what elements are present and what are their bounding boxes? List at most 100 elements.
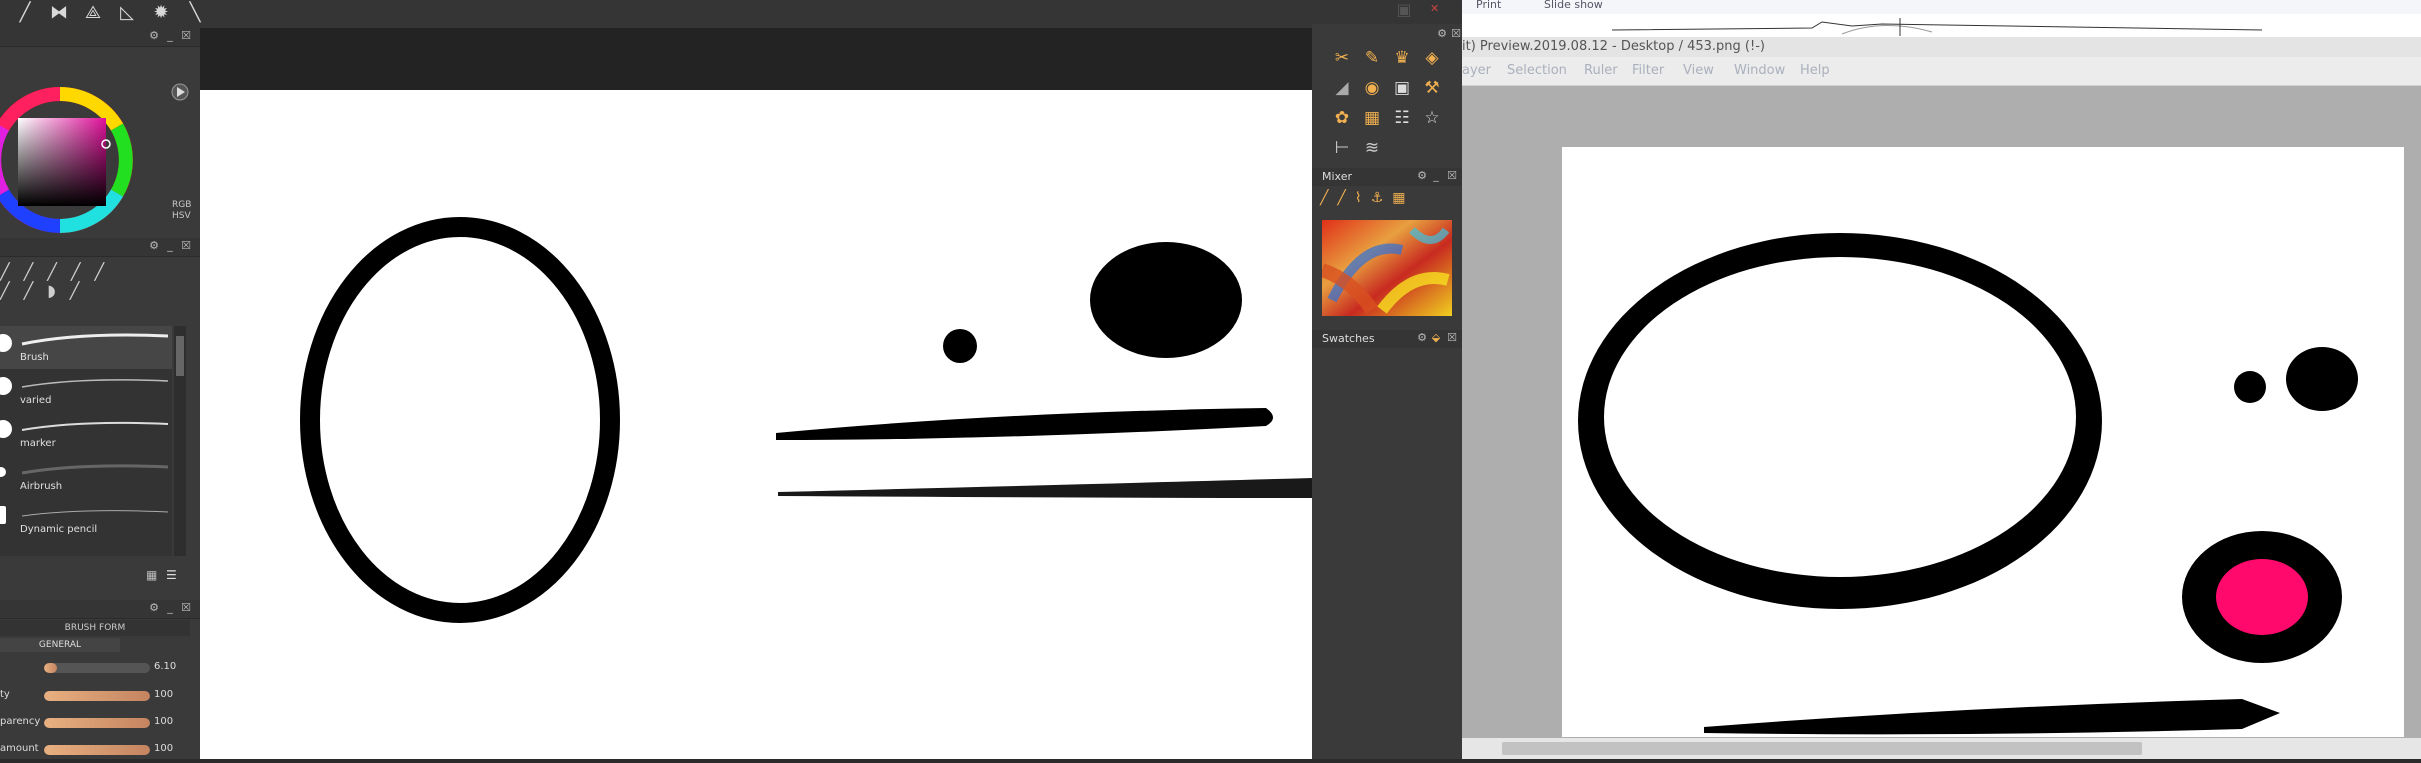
menu-window[interactable]: Window [1734, 63, 1785, 78]
close-icon[interactable]: ☒ [1450, 28, 1462, 40]
swatch-menu-icon[interactable]: ⬙ [1430, 332, 1442, 344]
left-dock: ⚙ _ ☒ RGB HSV ⚙ _ ☒ ╱╱╱╱╱ ╱╱◗╱ Brush var… [0, 28, 200, 759]
brush-preset-label: Brush [20, 352, 49, 363]
brush-list-scrollbar[interactable] [174, 326, 186, 556]
slider-fill [44, 745, 150, 755]
brush-tool-icons[interactable]: ╱╱╱╱╱ ╱╱◗╱ [0, 262, 170, 322]
preview-stroke [1704, 699, 2280, 735]
opacity-slider[interactable]: ty 100 [0, 686, 190, 706]
scrollbar-thumb[interactable] [176, 336, 184, 376]
rgb-label: RGB [172, 200, 192, 210]
close-icon[interactable]: ✕ [1430, 2, 1442, 15]
brush-form-header[interactable]: BRUSH FORM [0, 620, 190, 636]
gradient-icon[interactable]: ◢ [1330, 76, 1354, 100]
palette-icon[interactable]: ✿ [1330, 106, 1354, 130]
brush-tip-icon [0, 420, 12, 438]
list-view-icon[interactable]: ☰ [166, 568, 180, 582]
close-icon[interactable]: ☒ [180, 240, 192, 252]
grid-icon[interactable]: ▦ [1360, 106, 1384, 130]
hsv-label: HSV [172, 211, 191, 221]
brush-preset-item[interactable]: marker [0, 412, 172, 455]
settings-icon[interactable]: ⚙ [148, 240, 160, 252]
settings-icon[interactable]: ⚙ [148, 30, 160, 42]
mixer-tools[interactable]: ╱╱⌇⚓▦ [1320, 190, 1460, 210]
minimize-icon[interactable]: _ [1430, 170, 1442, 182]
ruler-icon[interactable]: ◺ [114, 2, 140, 24]
slider-value: 100 [154, 716, 174, 727]
brush-preset-item[interactable]: Airbrush [0, 455, 172, 498]
close-icon[interactable]: ☒ [180, 30, 192, 42]
slider-track[interactable] [44, 663, 150, 673]
brush-preset-item[interactable]: Brush [0, 326, 172, 369]
menu-ruler[interactable]: Ruler [1584, 63, 1618, 78]
brush-preset-item[interactable]: Dynamic pencil [0, 498, 172, 541]
transparency-slider[interactable]: parency 100 [0, 713, 190, 733]
drawn-small-dot [943, 329, 977, 363]
layers-icon[interactable]: ◈ [1420, 46, 1444, 70]
horizontal-scrollbar[interactable] [1462, 738, 2421, 759]
preview-window: Print Slide show it) Preview.2019.08.12 … [1462, 0, 2421, 759]
slider-track[interactable] [44, 718, 150, 728]
settings-icon[interactable]: ⚙ [148, 602, 160, 614]
general-section[interactable]: GENERAL [0, 638, 120, 652]
menu-selection[interactable]: Selection [1507, 63, 1567, 78]
image-icon[interactable]: ▣ [1390, 76, 1414, 100]
settings-icon[interactable]: ⚙ [1416, 170, 1428, 182]
stroke-preview [21, 510, 169, 517]
menu-layer[interactable]: ayer [1462, 63, 1491, 78]
circle-tool-icon[interactable]: ◉ [1360, 76, 1384, 100]
slide-show-menu[interactable]: Slide show [1544, 0, 1603, 11]
swatches-title: Swatches [1322, 332, 1375, 345]
settings-icon[interactable]: ⚙ [1416, 332, 1428, 344]
slider-track[interactable] [44, 745, 150, 755]
menu-filter[interactable]: Filter [1632, 63, 1664, 78]
amount-slider[interactable]: amount 100 [0, 740, 190, 760]
mixer-canvas[interactable] [1322, 220, 1452, 316]
slider-value: 100 [154, 689, 174, 700]
color-wheel[interactable] [0, 50, 200, 250]
brush-icon[interactable]: ╱ [12, 2, 38, 24]
mirror-icon[interactable]: ⧓ [46, 2, 72, 24]
slider-track[interactable] [44, 691, 150, 701]
crown-icon[interactable]: ♛ [1390, 46, 1414, 70]
print-menu[interactable]: Print [1476, 0, 1501, 11]
grid-view-icon[interactable]: ▦ [146, 568, 160, 582]
preview-large-dot [2286, 347, 2358, 411]
notes-icon[interactable]: ☷ [1390, 106, 1414, 130]
preview-small-dot [2234, 371, 2266, 403]
scrollbar-thumb[interactable] [1502, 742, 2142, 755]
menu-help[interactable]: Help [1800, 63, 1830, 78]
gear-icon[interactable]: ✹ [148, 2, 174, 24]
brush-preset-item[interactable]: varied [0, 369, 172, 412]
preview-image[interactable] [1562, 147, 2404, 737]
stroke-preview [21, 379, 169, 388]
drawing-canvas[interactable] [200, 90, 1312, 759]
stroke-preview [21, 464, 169, 475]
tools-icon[interactable]: ✂ [1330, 46, 1354, 70]
close-icon[interactable]: ☒ [1446, 332, 1458, 344]
wrap-icon[interactable]: ⟁ [80, 2, 106, 24]
settings-icon[interactable]: ⚙ [1436, 28, 1448, 40]
hammer-icon[interactable]: ⚒ [1420, 76, 1444, 100]
size-slider[interactable]: 6.10 [0, 658, 190, 678]
thumbnail-strip [1462, 14, 2421, 37]
right-dock: ⚙ ☒ ✂ ✎ ♛ ◈ ◢ ◉ ▣ ⚒ ✿ ▦ ☷ ☆ ⊢ ≋ Mixer ⚙ … [1312, 24, 1462, 759]
menu-view[interactable]: View [1683, 63, 1714, 78]
brush-preset-label: Dynamic pencil [20, 524, 98, 535]
brush-preset-label: marker [20, 438, 56, 449]
wand-icon[interactable]: ✎ [1360, 46, 1384, 70]
star-icon[interactable]: ☆ [1420, 106, 1444, 130]
slider-fill [44, 718, 150, 728]
close-icon[interactable]: ☒ [180, 602, 192, 614]
hierarchy-icon[interactable]: ⊢ [1330, 136, 1354, 160]
brush-preset-label: varied [20, 395, 52, 406]
preview-ring-inner [1604, 257, 2076, 577]
close-icon[interactable]: ☒ [1446, 170, 1458, 182]
drawn-large-dot [1090, 242, 1242, 358]
stack-icon[interactable]: ≋ [1360, 136, 1384, 160]
minimize-icon[interactable]: _ [164, 240, 176, 252]
minimize-icon[interactable]: _ [164, 30, 176, 42]
pen-icon[interactable]: ╲ [182, 2, 208, 24]
brush-tip-icon [0, 506, 6, 524]
minimize-icon[interactable]: _ [164, 602, 176, 614]
